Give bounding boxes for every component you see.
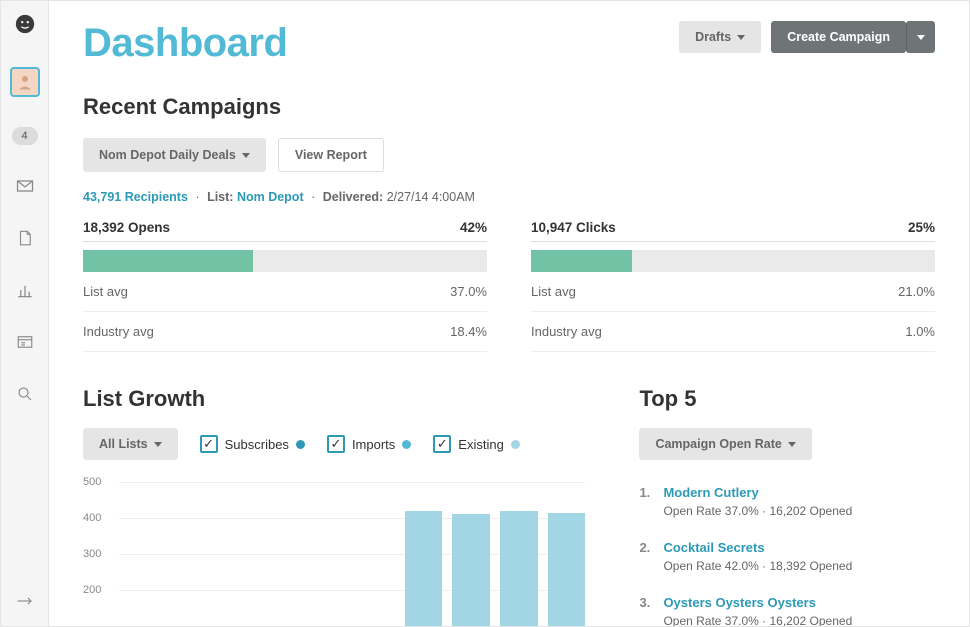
chevron-down-icon	[154, 442, 162, 447]
campaign-select-label: Nom Depot Daily Deals	[99, 148, 236, 162]
chart-bar	[500, 511, 538, 626]
chart-bars	[119, 482, 585, 626]
campaign-select-dropdown[interactable]: Nom Depot Daily Deals	[83, 138, 266, 172]
top5-rank: 1.	[639, 485, 653, 518]
legend-dot-imports	[402, 440, 411, 449]
sidebar: 4	[1, 1, 49, 626]
clicks-list-avg-label: List avg	[531, 284, 576, 299]
opens-progress-fill	[83, 250, 253, 272]
checkbox-checked-icon: ✓	[433, 435, 451, 453]
top5-item: 3. Oysters Oysters Oysters Open Rate 37.0%…	[639, 584, 935, 626]
opens-pct: 42%	[460, 220, 487, 235]
search-icon[interactable]	[14, 383, 36, 405]
newspaper-icon[interactable]	[14, 331, 36, 353]
document-icon[interactable]	[14, 227, 36, 249]
page-title: Dashboard	[83, 21, 287, 66]
opens-ind-avg-val: 18.4%	[450, 324, 487, 339]
clicks-progress-fill	[531, 250, 632, 272]
chevron-down-icon	[242, 153, 250, 158]
clicks-panel: 10,947 Clicks 25% List avg 21.0% Industr…	[531, 220, 935, 352]
existing-checkbox[interactable]: ✓ Existing	[433, 435, 520, 453]
notification-badge[interactable]: 4	[12, 127, 38, 145]
chart-icon[interactable]	[14, 279, 36, 301]
clicks-ind-avg-label: Industry avg	[531, 324, 602, 339]
all-lists-label: All Lists	[99, 437, 148, 451]
recipients-link[interactable]: 43,791 Recipients	[83, 190, 188, 204]
delivered-value: 2/27/14 4:00AM	[387, 190, 475, 204]
campaign-meta: 43,791 Recipients · List: Nom Depot · De…	[83, 190, 935, 204]
mail-icon[interactable]	[14, 175, 36, 197]
existing-label: Existing	[458, 437, 504, 452]
top5-item: 2. Cocktail Secrets Open Rate 42.0% · 18,3…	[639, 529, 935, 584]
mailchimp-logo[interactable]	[12, 11, 38, 37]
list-label: List:	[207, 190, 233, 204]
list-name-link[interactable]: Nom Depot	[237, 190, 304, 204]
all-lists-dropdown[interactable]: All Lists	[83, 428, 178, 460]
y-tick-label: 200	[83, 584, 101, 596]
clicks-count: 10,947 Clicks	[531, 220, 616, 235]
user-avatar[interactable]	[10, 67, 40, 97]
checkbox-checked-icon: ✓	[327, 435, 345, 453]
clicks-pct: 25%	[908, 220, 935, 235]
top5-item: 1. Modern Cutlery Open Rate 37.0% · 16,202…	[639, 474, 935, 529]
top5-filter-dropdown[interactable]: Campaign Open Rate	[639, 428, 811, 460]
imports-checkbox[interactable]: ✓ Imports	[327, 435, 411, 453]
legend-dot-existing	[511, 440, 520, 449]
top5-heading: Top 5	[639, 386, 935, 412]
top5-title-link[interactable]: Cocktail Secrets	[663, 540, 852, 555]
top5-filter-label: Campaign Open Rate	[655, 437, 781, 451]
main-content: Dashboard Drafts Create Campaign Recent …	[49, 1, 969, 626]
clicks-list-avg-val: 21.0%	[898, 284, 935, 299]
top5-list: 1. Modern Cutlery Open Rate 37.0% · 16,202…	[639, 474, 935, 626]
top5-rank: 2.	[639, 540, 653, 573]
y-tick-label: 500	[83, 476, 101, 488]
opens-list-avg-val: 37.0%	[450, 284, 487, 299]
list-growth-heading: List Growth	[83, 386, 585, 412]
delivered-label: Delivered:	[323, 190, 383, 204]
clicks-ind-avg-val: 1.0%	[905, 324, 935, 339]
imports-label: Imports	[352, 437, 395, 452]
chart-bar	[452, 514, 490, 626]
opens-panel: 18,392 Opens 42% List avg 37.0% Industry…	[83, 220, 487, 352]
clicks-progress	[531, 250, 935, 272]
expand-arrow-icon[interactable]	[14, 590, 36, 612]
drafts-dropdown[interactable]: Drafts	[679, 21, 761, 53]
chevron-down-icon	[788, 442, 796, 447]
top5-title-link[interactable]: Modern Cutlery	[663, 485, 852, 500]
chevron-down-icon	[737, 35, 745, 40]
create-campaign-dropdown[interactable]	[906, 21, 935, 53]
drafts-label: Drafts	[695, 30, 731, 44]
list-growth-chart: 500400300200	[83, 482, 585, 626]
opens-progress	[83, 250, 487, 272]
chart-bar	[405, 511, 443, 626]
create-campaign-button[interactable]: Create Campaign	[771, 21, 906, 53]
top5-rank: 3.	[639, 595, 653, 626]
chart-bar	[548, 513, 586, 626]
subscribes-checkbox[interactable]: ✓ Subscribes	[200, 435, 305, 453]
opens-ind-avg-label: Industry avg	[83, 324, 154, 339]
chevron-down-icon	[917, 35, 925, 40]
recent-campaigns-heading: Recent Campaigns	[83, 94, 935, 120]
y-tick-label: 400	[83, 512, 101, 524]
top5-subtitle: Open Rate 37.0% · 16,202 Opened	[663, 614, 852, 626]
view-report-button[interactable]: View Report	[278, 138, 384, 172]
top5-title-link[interactable]: Oysters Oysters Oysters	[663, 595, 852, 610]
y-tick-label: 300	[83, 548, 101, 560]
checkbox-checked-icon: ✓	[200, 435, 218, 453]
subscribes-label: Subscribes	[225, 437, 289, 452]
opens-count: 18,392 Opens	[83, 220, 170, 235]
top5-subtitle: Open Rate 42.0% · 18,392 Opened	[663, 559, 852, 573]
opens-list-avg-label: List avg	[83, 284, 128, 299]
legend-dot-subscribes	[296, 440, 305, 449]
top5-subtitle: Open Rate 37.0% · 16,202 Opened	[663, 504, 852, 518]
